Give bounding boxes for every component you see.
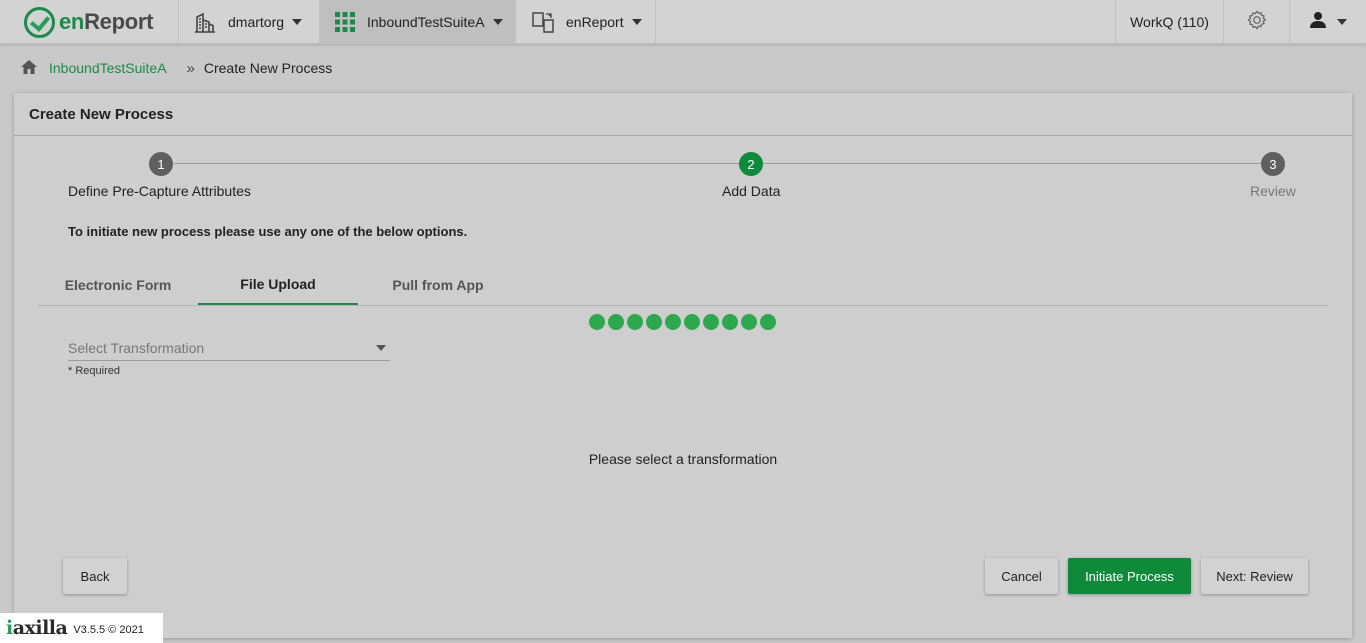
loader-dot [665,314,681,330]
app-switch-icon [532,11,554,33]
initiate-process-button[interactable]: Initiate Process [1068,558,1191,594]
gear-icon [1246,9,1268,36]
tab-electronic-form[interactable]: Electronic Form [38,265,198,305]
back-button[interactable]: Back [63,558,127,594]
loader-dot [703,314,719,330]
loader-dot [760,314,776,330]
chevron-down-icon [631,19,642,25]
loader-dot [608,314,624,330]
loader-dot [646,314,662,330]
version-text: V3.5.5 © 2021 [73,624,144,636]
breadcrumb-separator: » [186,59,195,77]
step-3-indicator[interactable]: 3 [1261,152,1285,176]
step-3-label: Review [1250,183,1296,199]
org-selector[interactable]: dmartorg [178,0,319,44]
home-icon[interactable] [20,59,38,78]
loader-dot [722,314,738,330]
loading-indicator [589,314,779,330]
next-review-button[interactable]: Next: Review [1201,558,1308,594]
empty-state-message: Please select a transformation [588,451,778,467]
loader-dot [741,314,757,330]
breadcrumb: InboundTestSuiteA » Create New Process [20,58,332,78]
user-icon [1309,11,1327,34]
suite-label: InboundTestSuiteA [367,14,485,30]
chevron-down-icon [1337,19,1347,25]
breadcrumb-current: Create New Process [203,60,333,76]
logo-check-icon [24,6,55,38]
stepper-track [174,163,1274,164]
chevron-down-icon [292,19,303,25]
app-name-suffix: Report [84,9,154,34]
loader-dot [684,314,700,330]
org-label: dmartorg [228,14,285,30]
top-navbar: enReport dmartorg InboundTestSuiteA enRe… [0,0,1366,44]
step-1-label: Define Pre-Capture Attributes [68,183,251,199]
tab-pull-from-app[interactable]: Pull from App [358,265,518,305]
app-name-prefix: en [59,9,85,34]
data-source-tabs: Electronic Form File Upload Pull from Ap… [38,265,1328,306]
app-selector[interactable]: enReport [515,0,656,44]
cancel-button[interactable]: Cancel [985,558,1058,594]
footer-logo: iaxilla [6,617,68,639]
grid-icon [335,12,355,32]
suite-selector[interactable]: InboundTestSuiteA [319,0,515,44]
step-2-indicator[interactable]: 2 [739,152,763,176]
create-process-card: Create New Process 1 Define Pre-Capture … [14,93,1352,638]
app-name: enReport [59,9,153,35]
tab-file-upload[interactable]: File Upload [198,265,358,305]
footer-logo-prefix: i [6,617,13,639]
required-note: * Required [68,365,120,377]
user-menu[interactable] [1289,0,1366,44]
breadcrumb-link-suite[interactable]: InboundTestSuiteA [49,60,167,76]
workq-link[interactable]: WorkQ (110) [1115,0,1223,44]
footer-branding: iaxilla V3.5.5 © 2021 [0,613,163,643]
loader-dot [589,314,605,330]
app-logo[interactable]: enReport [24,6,153,38]
chevron-down-icon [376,345,386,351]
building-icon [194,11,216,33]
chevron-down-icon [492,19,503,25]
page-title: Create New Process [14,93,1352,136]
step-2-label: Add Data [722,183,781,199]
step-1-indicator[interactable]: 1 [149,152,173,176]
transformation-select[interactable]: Select Transformation [68,337,390,361]
loader-dot [627,314,643,330]
instruction-text: To initiate new process please use any o… [68,224,468,239]
app-label: enReport [566,14,624,30]
transformation-select-placeholder: Select Transformation [68,340,205,356]
settings-button[interactable] [1223,0,1289,44]
footer-logo-suffix: axilla [12,617,68,639]
